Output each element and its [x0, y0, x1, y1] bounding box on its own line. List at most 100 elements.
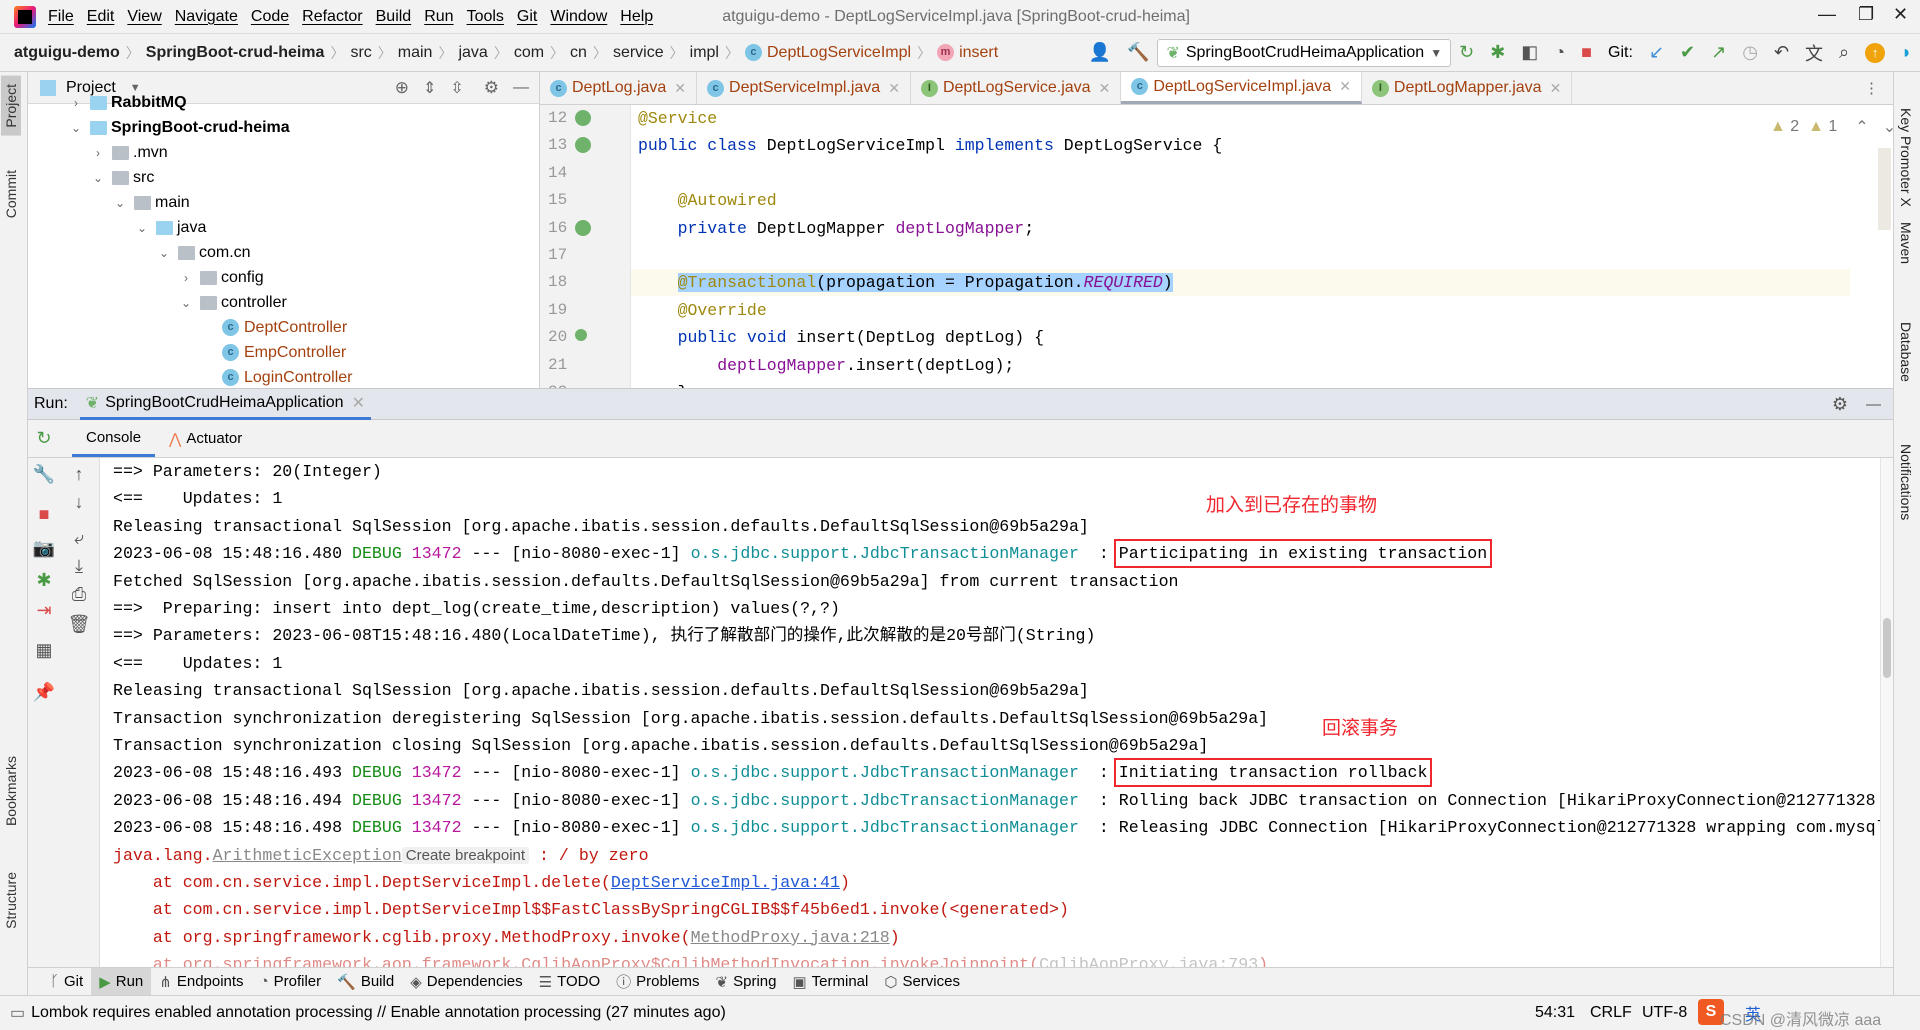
gear-icon[interactable]: ⚙ — [1832, 394, 1848, 415]
spring-bean-gutter-icon[interactable] — [575, 110, 591, 126]
pin-icon[interactable]: 📌 — [31, 682, 57, 703]
stop-icon[interactable]: ■ — [31, 504, 57, 525]
rollback-icon[interactable]: ↶ — [1774, 42, 1789, 63]
maximize-button[interactable]: ❐ — [1858, 4, 1874, 25]
menu-window[interactable]: Window — [550, 8, 607, 26]
build-hammer-icon[interactable]: 🔨 — [1127, 42, 1149, 63]
menu-file[interactable]: File — [48, 8, 74, 26]
tree-item-main[interactable]: ⌄ main — [112, 190, 190, 215]
rerun-icon[interactable]: ↻ — [1459, 42, 1474, 63]
tree-item-src[interactable]: ⌄ src — [90, 165, 154, 190]
translate-icon[interactable]: 文 — [1805, 40, 1823, 66]
coverage-icon[interactable]: ◧ — [1521, 42, 1538, 63]
tab-console[interactable]: Console — [72, 420, 156, 457]
rerun-icon[interactable]: ↻ — [31, 428, 57, 449]
close-tab-icon[interactable]: ✕ — [1099, 80, 1111, 97]
create-breakpoint-hint[interactable]: Create breakpoint — [401, 846, 530, 864]
hide-icon[interactable]: — — [1866, 396, 1881, 413]
scroll-thumb[interactable] — [1883, 618, 1891, 678]
breadcrumb-item[interactable]: service — [607, 44, 670, 62]
line-separator[interactable]: CRLF — [1590, 1004, 1632, 1022]
menu-navigate[interactable]: Navigate — [175, 8, 238, 26]
tool-tab-database[interactable]: Database — [1898, 322, 1914, 382]
gear-icon[interactable]: ⚙ — [484, 78, 499, 98]
menu-view[interactable]: View — [127, 8, 161, 26]
tab-actuator[interactable]: ⋀ Actuator — [155, 420, 256, 457]
tool-window-run[interactable]: ▶ Run — [91, 968, 152, 995]
breadcrumb-item[interactable]: cn — [564, 44, 593, 62]
menu-refactor[interactable]: Refactor — [302, 8, 362, 26]
console-scrollbar[interactable] — [1880, 458, 1893, 967]
breadcrumb-item[interactable]: java — [452, 44, 493, 62]
tree-item-rabbitmq[interactable]: › RabbitMQ — [68, 90, 187, 115]
chevron-down-icon[interactable]: ⌄ — [156, 246, 172, 260]
breadcrumb-item[interactable]: atguigu-demo — [8, 44, 126, 62]
tree-item-deptcontroller[interactable]: c DeptController — [200, 315, 347, 340]
spring-bean-gutter-icon[interactable] — [575, 219, 591, 236]
tree-item--mvn[interactable]: › .mvn — [90, 140, 168, 165]
exit-icon[interactable]: ⇥ — [31, 600, 57, 621]
close-tab-icon[interactable]: ✕ — [674, 80, 686, 97]
run-configuration-select[interactable]: ❦ SpringBootCrudHeimaApplication ▼ — [1157, 38, 1452, 67]
tool-window-services[interactable]: ⬡ Services — [876, 968, 968, 995]
plugin-icon[interactable]: ◗ — [1901, 42, 1912, 63]
menu-build[interactable]: Build — [376, 8, 412, 26]
chevron-right-icon[interactable]: › — [90, 146, 106, 160]
tool-tab-maven[interactable]: Maven — [1898, 222, 1914, 264]
tree-item-java[interactable]: ⌄ java — [134, 215, 206, 240]
hide-icon[interactable]: — — [513, 79, 529, 97]
scroll-down-icon[interactable]: ↓ — [66, 492, 92, 513]
close-tab-icon[interactable]: ✕ — [352, 393, 365, 413]
scroll-up-icon[interactable]: ↑ — [66, 464, 92, 485]
source-link[interactable]: CglibAopProxy.java:793 — [1039, 955, 1258, 967]
git-commit-icon[interactable]: ✔ — [1680, 42, 1695, 63]
breadcrumb-item[interactable]: main — [392, 44, 439, 62]
clear-icon[interactable]: 🗑 — [66, 614, 92, 635]
minimize-button[interactable]: — — [1818, 4, 1836, 25]
breadcrumb-item[interactable]: com — [508, 44, 550, 62]
menu-run[interactable]: Run — [424, 8, 453, 26]
tool-tab-notifications[interactable]: Notifications — [1898, 444, 1914, 520]
chevron-down-icon[interactable]: ⌄ — [134, 221, 150, 235]
chevron-down-icon[interactable]: ⌄ — [178, 296, 194, 310]
prev-highlight-icon[interactable]: ⌃ — [1855, 117, 1868, 137]
profile-icon[interactable]: ◔ — [1554, 42, 1565, 63]
status-message[interactable]: Lombok requires enabled annotation proce… — [31, 1004, 726, 1022]
tool-window-build[interactable]: 🔨 Build — [329, 968, 402, 995]
spring-bean-gutter-icon[interactable] — [575, 137, 591, 154]
breadcrumb-item[interactable]: c DeptLogServiceImpl — [739, 44, 917, 62]
console-output[interactable]: ==> Parameters: 20(Integer) <== Updates: … — [100, 458, 1880, 967]
tree-item-empcontroller[interactable]: c EmpController — [200, 340, 346, 365]
tool-window-profiler[interactable]: ◔ Profiler — [252, 968, 330, 995]
tool-window-problems[interactable]: ⓘ Problems — [608, 968, 707, 995]
layout-icon[interactable]: ▦ — [31, 640, 57, 661]
menu-tools[interactable]: Tools — [467, 8, 504, 26]
tab-deptlogserviceimpl-java[interactable]: c DeptLogServiceImpl.java ✕ — [1121, 72, 1362, 104]
tab-deptlog-java[interactable]: c DeptLog.java ✕ — [540, 72, 698, 104]
chevron-down-icon[interactable]: ⌄ — [90, 171, 106, 185]
debug-icon[interactable]: ✱ — [1490, 42, 1505, 63]
source-link[interactable]: ArithmeticException — [213, 846, 402, 865]
tab-deptlogservice-java[interactable]: I DeptLogService.java ✕ — [911, 72, 1122, 104]
tool-window-dependencies[interactable]: ◈ Dependencies — [402, 968, 530, 995]
tab-deptserviceimpl-java[interactable]: c DeptServiceImpl.java ✕ — [697, 72, 911, 104]
file-encoding[interactable]: UTF-8 — [1642, 1004, 1687, 1022]
update-icon[interactable]: ↑ — [1865, 42, 1886, 63]
tree-item-springboot-crud-heima[interactable]: ⌄ SpringBoot-crud-heima — [68, 115, 290, 140]
collapse-all-icon[interactable]: ⇳ — [450, 78, 463, 98]
menu-edit[interactable]: Edit — [87, 8, 115, 26]
git-update-icon[interactable]: ↙ — [1649, 42, 1664, 63]
inspection-widget[interactable]: ▲ 2 ▲ 1 ⌃ ⌄ — [1770, 117, 1893, 137]
stop-icon[interactable]: ■ — [1581, 42, 1592, 63]
tree-item-logincontroller[interactable]: c LoginController — [200, 365, 353, 388]
run-tab[interactable]: ❦ SpringBootCrudHeimaApplication ✕ — [79, 389, 371, 420]
caret-position[interactable]: 54:31 — [1535, 1004, 1575, 1022]
tree-item-config[interactable]: › config — [178, 265, 264, 290]
breadcrumb-item[interactable]: src — [344, 44, 377, 62]
scroll-to-end-icon[interactable]: ⤓ — [66, 556, 92, 577]
search-icon[interactable]: ⌕ — [1839, 42, 1849, 63]
tool-window-git[interactable]: ᚴ Git — [42, 968, 91, 995]
tool-window-spring[interactable]: ❦ Spring — [708, 968, 785, 995]
code-editor[interactable]: 12 13 14 15 16 17 18 19 20 21 22 @Service public cl… — [540, 105, 1893, 388]
wrench-icon[interactable]: 🔧 — [31, 464, 57, 485]
